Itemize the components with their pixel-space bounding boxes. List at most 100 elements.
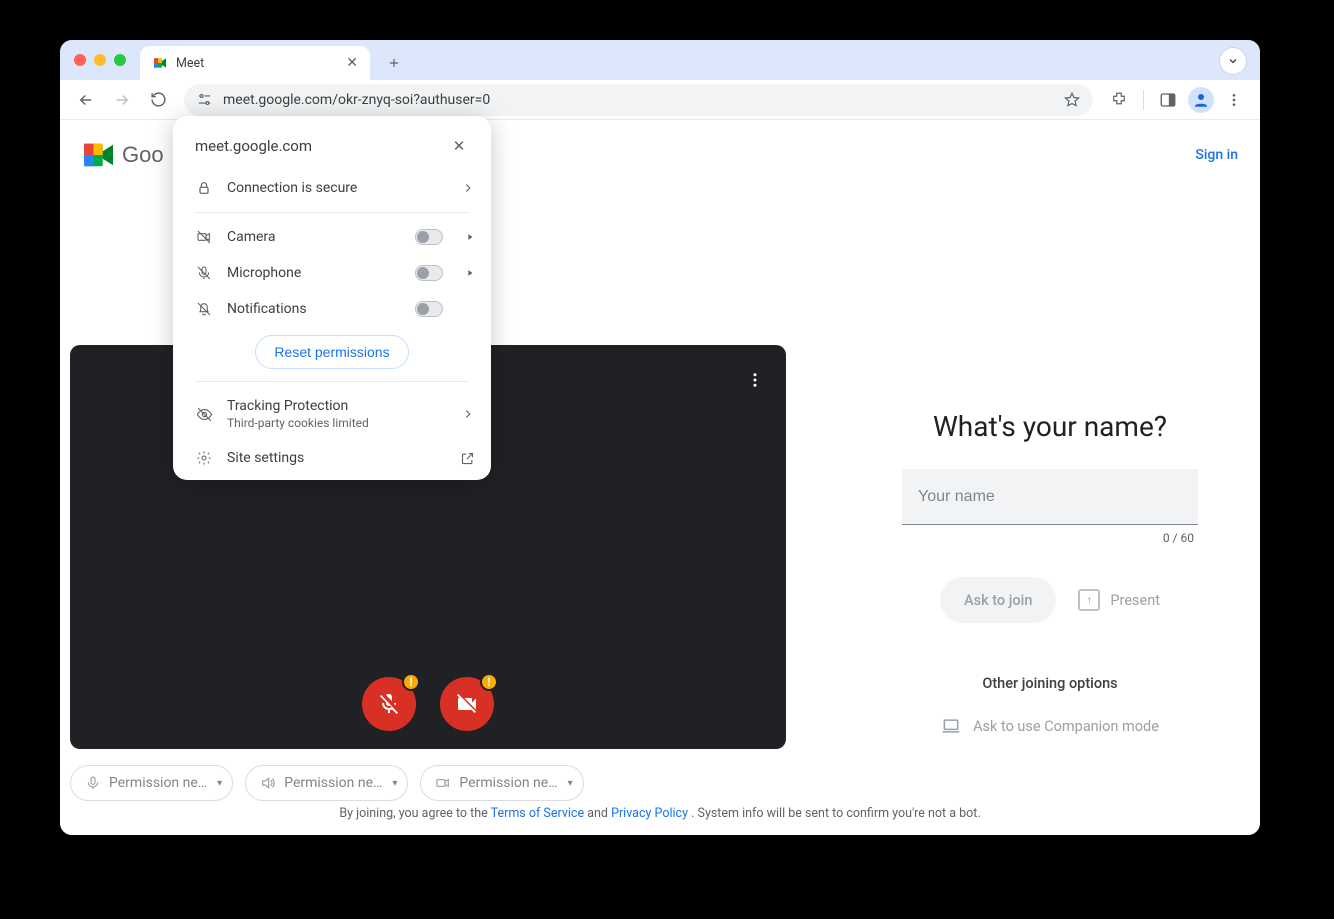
forward-button[interactable] <box>106 84 138 116</box>
footer-text: . System info will be sent to confirm yo… <box>691 806 981 821</box>
connection-row[interactable]: Connection is secure <box>173 170 491 206</box>
footer-text: By joining, you agree to the <box>339 806 490 821</box>
microphone-toggle[interactable] <box>415 265 443 281</box>
laptop-icon <box>941 716 961 736</box>
browser-toolbar: meet.google.com/okr-znyq-soi?authuser=0 <box>60 80 1260 120</box>
reload-button[interactable] <box>142 84 174 116</box>
speaker-device-chip[interactable]: Permission ne… ▾ <box>245 765 408 801</box>
meet-logo-icon <box>82 141 116 169</box>
open-external-icon <box>460 451 475 466</box>
present-button[interactable]: ↑ Present <box>1078 589 1160 611</box>
present-label: Present <box>1110 592 1160 609</box>
separator <box>1143 90 1144 110</box>
minimize-window-button[interactable] <box>94 54 106 66</box>
chevron-down-icon: ▾ <box>568 778 573 789</box>
camera-device-chip[interactable]: Permission ne… ▾ <box>420 765 583 801</box>
preview-controls: ! ! <box>362 677 494 731</box>
gear-icon <box>195 450 213 466</box>
bookmark-icon[interactable] <box>1063 91 1081 109</box>
brand-text: Goo <box>122 142 164 168</box>
mic-off-icon <box>195 265 213 281</box>
name-input[interactable] <box>902 469 1198 525</box>
companion-mode-button[interactable]: Ask to use Companion mode <box>941 716 1159 736</box>
privacy-link[interactable]: Privacy Policy <box>611 806 688 821</box>
chevron-down-icon: ▾ <box>217 778 222 789</box>
other-joining-options: Other joining options <box>982 675 1117 692</box>
chevron-right-icon <box>461 181 475 195</box>
close-window-button[interactable] <box>74 54 86 66</box>
legal-footer: By joining, you agree to the Terms of Se… <box>60 806 1260 821</box>
browser-window: Meet ✕ meet.google.com/okr-znyq-soi?auth… <box>60 40 1260 835</box>
chip-label: Permission ne… <box>109 775 207 791</box>
companion-label: Ask to use Companion mode <box>973 718 1159 735</box>
meet-logo[interactable]: Goo <box>82 141 164 169</box>
notifications-permission-row: Notifications <box>173 291 491 327</box>
address-bar[interactable]: meet.google.com/okr-znyq-soi?authuser=0 <box>184 84 1093 116</box>
lock-icon <box>195 180 213 196</box>
mic-toggle-button[interactable]: ! <box>362 677 416 731</box>
camera-off-icon <box>195 229 213 245</box>
microphone-label: Microphone <box>227 265 401 281</box>
camera-off-icon <box>455 692 479 716</box>
present-icon: ↑ <box>1078 589 1100 611</box>
window-controls <box>74 54 126 66</box>
tab-title: Meet <box>176 56 204 71</box>
connection-label: Connection is secure <box>227 180 447 196</box>
tab-strip: Meet ✕ <box>60 40 1260 80</box>
join-buttons: Ask to join ↑ Present <box>940 577 1160 623</box>
site-settings-row[interactable]: Site settings <box>173 440 491 476</box>
microphone-permission-row: Microphone <box>173 255 491 291</box>
camera-icon <box>435 775 451 791</box>
mic-off-icon <box>377 692 401 716</box>
site-controls-icon[interactable] <box>196 91 213 108</box>
chevron-down-icon: ▾ <box>392 778 397 789</box>
chevron-right-icon[interactable] <box>465 232 475 242</box>
camera-toggle[interactable] <box>415 229 443 245</box>
sign-in-link[interactable]: Sign in <box>1195 147 1238 163</box>
tracking-label: Tracking Protection Third-party cookies … <box>227 398 447 430</box>
popup-host: meet.google.com <box>195 137 312 155</box>
footer-text: and <box>587 806 611 821</box>
speaker-icon <box>260 775 276 791</box>
camera-label: Camera <box>227 229 401 245</box>
popup-close-button[interactable]: ✕ <box>445 132 473 160</box>
reset-permissions-button[interactable]: Reset permissions <box>255 335 408 369</box>
join-pane: What's your name? 0 / 60 Ask to join ↑ P… <box>860 360 1240 736</box>
name-prompt: What's your name? <box>933 410 1167 443</box>
mic-icon <box>85 775 101 791</box>
meet-favicon-icon <box>152 55 168 71</box>
tab-close-icon[interactable]: ✕ <box>346 56 358 70</box>
new-tab-button[interactable] <box>380 49 408 77</box>
notifications-toggle[interactable] <box>415 301 443 317</box>
tracking-title: Tracking Protection <box>227 398 447 414</box>
tab-meet[interactable]: Meet ✕ <box>140 46 370 80</box>
notifications-label: Notifications <box>227 301 401 317</box>
preview-more-button[interactable] <box>746 371 764 389</box>
camera-permission-row: Camera <box>173 219 491 255</box>
chevron-right-icon[interactable] <box>465 268 475 278</box>
maximize-window-button[interactable] <box>114 54 126 66</box>
back-button[interactable] <box>70 84 102 116</box>
ask-to-join-button[interactable]: Ask to join <box>940 577 1056 623</box>
bell-off-icon <box>195 301 213 317</box>
profile-button[interactable] <box>1188 87 1214 113</box>
site-settings-label: Site settings <box>227 450 446 466</box>
tracking-protection-row[interactable]: Tracking Protection Third-party cookies … <box>173 388 491 440</box>
site-info-popup: meet.google.com ✕ Connection is secure C… <box>173 116 491 480</box>
tos-link[interactable]: Terms of Service <box>491 806 584 821</box>
extensions-button[interactable] <box>1103 84 1135 116</box>
separator <box>195 212 469 213</box>
mic-alert-badge: ! <box>402 673 420 691</box>
tracking-subtitle: Third-party cookies limited <box>227 416 447 430</box>
chevron-right-icon <box>461 407 475 421</box>
camera-toggle-button[interactable]: ! <box>440 677 494 731</box>
chrome-menu-button[interactable] <box>1218 84 1250 116</box>
side-panel-button[interactable] <box>1152 84 1184 116</box>
separator <box>195 381 469 382</box>
eye-off-icon <box>195 406 213 423</box>
url-text: meet.google.com/okr-znyq-soi?authuser=0 <box>223 92 490 108</box>
name-field: 0 / 60 <box>902 469 1198 545</box>
mic-device-chip[interactable]: Permission ne… ▾ <box>70 765 233 801</box>
chip-label: Permission ne… <box>284 775 382 791</box>
tabs-menu-button[interactable] <box>1220 48 1246 74</box>
